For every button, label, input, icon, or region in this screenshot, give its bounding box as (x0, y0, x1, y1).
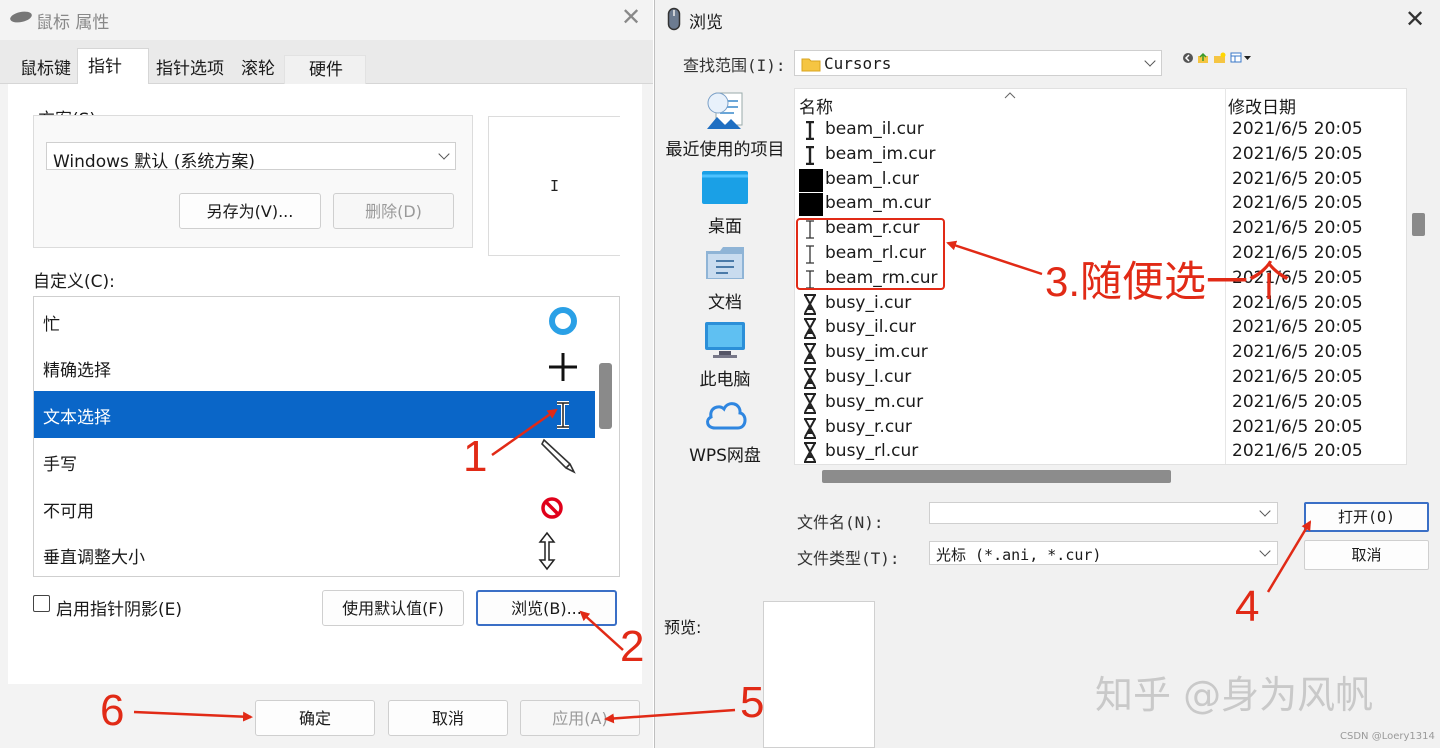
arrow-5 (604, 708, 736, 724)
arrow-4 (1266, 520, 1312, 593)
annotation-1: 1 (463, 432, 488, 481)
arrow-1 (491, 408, 558, 457)
csdn-watermark: CSDN @Loery1314 (1340, 731, 1435, 742)
annotation-6: 6 (100, 686, 125, 735)
highlight-box (796, 218, 945, 290)
arrow-3 (946, 240, 1043, 276)
arrow-6 (133, 710, 253, 722)
annotation-3: 3.随便选一个 (1045, 258, 1291, 305)
zhihu-watermark: 知乎 @身为风帆 (1095, 673, 1374, 717)
annotation-4: 4 (1235, 582, 1260, 631)
arrow-2 (579, 610, 624, 651)
annotation-2: 2 (620, 622, 645, 671)
annotation-arrows (133, 218, 1312, 724)
annotation-5: 5 (740, 678, 765, 727)
